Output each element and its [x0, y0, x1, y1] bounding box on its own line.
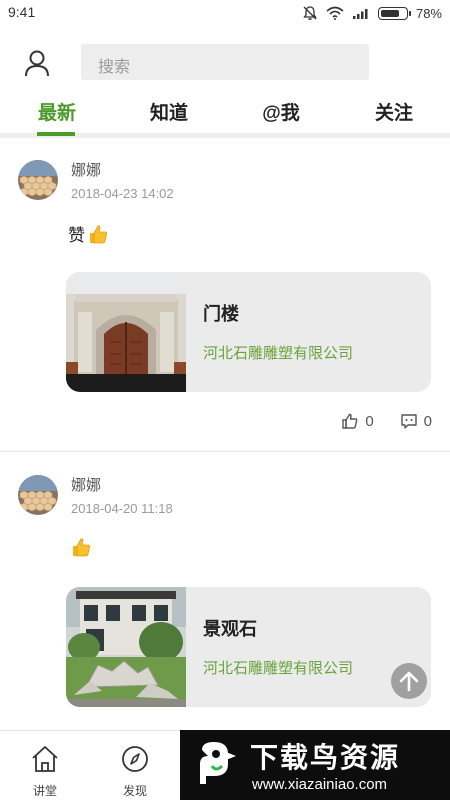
- wifi-icon: [326, 6, 344, 20]
- tab-bar: 最新 知道 @我 关注: [0, 96, 450, 136]
- watermark-banner: 下载鸟资源 www.xiazainiao.com: [180, 730, 450, 800]
- tab-following[interactable]: 关注: [373, 98, 415, 136]
- battery-fill: [380, 9, 399, 17]
- scroll-to-top-button[interactable]: [391, 663, 427, 699]
- link-card[interactable]: 景观石 河北石雕雕塑有限公司: [66, 587, 431, 707]
- post-time: 2018-04-23 14:02: [71, 186, 174, 201]
- top-bar: 搜索: [0, 26, 450, 96]
- post-author[interactable]: 娜娜: [71, 474, 101, 495]
- card-thumbnail: [66, 587, 186, 707]
- active-tab-indicator: [37, 132, 75, 136]
- watermark-url: www.xiazainiao.com: [252, 776, 388, 793]
- watermark-title: 下载鸟资源: [250, 742, 401, 773]
- like-count: 0: [365, 412, 374, 430]
- comment-button[interactable]: 0: [400, 412, 432, 430]
- arrow-up-icon: [399, 671, 419, 692]
- status-time: 9:41: [8, 4, 36, 20]
- tab-latest[interactable]: 最新: [36, 98, 78, 136]
- status-bar: 9:41 78%: [0, 0, 450, 26]
- search-input[interactable]: 搜索: [81, 44, 369, 80]
- card-thumbnail: [66, 272, 186, 392]
- avatar[interactable]: [18, 160, 58, 200]
- nav-label: 讲堂: [32, 784, 57, 798]
- search-placeholder: 搜索: [98, 59, 131, 76]
- status-icons: 78%: [302, 3, 442, 23]
- home-icon: [32, 746, 58, 772]
- post-item[interactable]: 娜娜 2018-04-20 11:18 景观石 河北石雕雕塑有限公司: [0, 452, 450, 730]
- card-title: 门楼: [203, 304, 239, 324]
- user-profile-icon[interactable]: [22, 48, 52, 78]
- like-button[interactable]: 0: [341, 412, 374, 430]
- link-card[interactable]: 门楼 河北石雕雕塑有限公司: [66, 272, 431, 392]
- compass-icon: [122, 746, 148, 772]
- nav-item-discover[interactable]: 发现: [105, 745, 165, 799]
- avatar[interactable]: [18, 475, 58, 515]
- signal-icon: [352, 9, 368, 19]
- post-content: 赞: [68, 221, 109, 246]
- post-actions: 0 0: [323, 412, 432, 430]
- post-author[interactable]: 娜娜: [71, 159, 101, 180]
- bell-muted-icon: [303, 6, 317, 20]
- post-content: [68, 536, 92, 558]
- bird-logo-icon: [200, 742, 236, 784]
- card-company: 河北石雕雕塑有限公司: [203, 345, 354, 362]
- card-title: 景观石: [203, 619, 257, 639]
- comment-count: 0: [423, 412, 432, 430]
- comment-icon: [400, 414, 417, 429]
- battery-icon: [377, 6, 411, 20]
- post-item[interactable]: 娜娜 2018-04-23 14:02 赞 门楼 河北石雕雕塑有限公司 0 0: [0, 138, 450, 452]
- post-text: 赞: [68, 226, 85, 245]
- tab-mentions[interactable]: @我: [259, 98, 303, 136]
- post-time: 2018-04-20 11:18: [71, 501, 173, 516]
- nav-item-lecture[interactable]: 讲堂: [15, 745, 75, 799]
- nav-label: 发现: [122, 784, 147, 798]
- thumbs-up-icon: [73, 538, 90, 557]
- like-icon: [342, 413, 358, 429]
- thumbs-up-icon: [90, 224, 107, 243]
- tab-know[interactable]: 知道: [148, 98, 190, 136]
- card-company: 河北石雕雕塑有限公司: [203, 660, 354, 677]
- battery-percent: 78%: [415, 5, 442, 21]
